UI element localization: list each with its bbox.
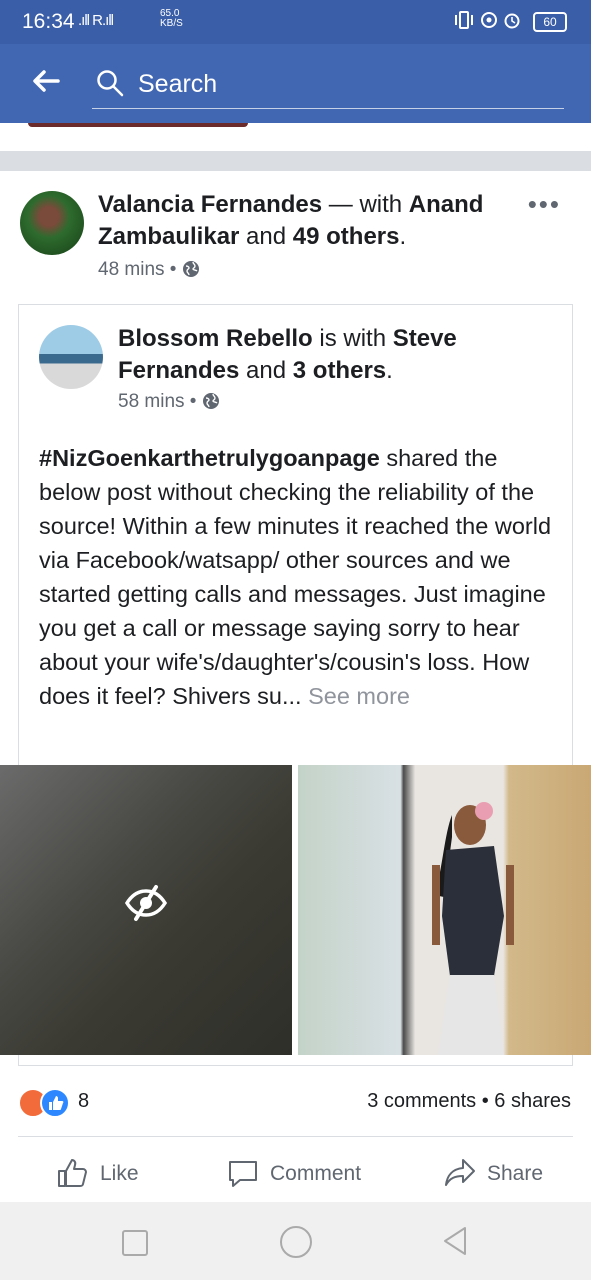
author-name[interactable]: Valancia Fernandes — [98, 191, 322, 218]
person-photo — [432, 802, 514, 1055]
thumbs-up-icon — [58, 1159, 87, 1187]
previous-post-fragment — [0, 123, 591, 151]
post-photo[interactable] — [298, 765, 591, 1055]
globe-icon — [182, 261, 199, 277]
back-arrow-icon[interactable] — [28, 64, 62, 98]
app-bar: Search — [0, 44, 591, 123]
share-label: Share — [487, 1162, 544, 1185]
network-speed-unit: KB/S — [160, 18, 183, 29]
search-placeholder: Search — [138, 70, 218, 98]
signal-icon: .ıll R.ıll — [78, 12, 114, 29]
battery-icon: 60 — [533, 12, 567, 32]
thumbs-up-mini-icon — [49, 1096, 64, 1110]
share-button[interactable]: Share — [443, 1148, 563, 1200]
alarm-icon — [504, 13, 520, 29]
recent-apps-button[interactable] — [122, 1230, 148, 1256]
see-more-link[interactable]: See more — [302, 683, 410, 709]
feed-divider — [0, 151, 591, 171]
share-icon — [445, 1159, 475, 1186]
home-button[interactable] — [280, 1226, 312, 1258]
post-body-text: shared the below post without checking t… — [39, 445, 552, 709]
reaction-count: 8 — [78, 1090, 90, 1112]
counts-dot: • — [476, 1090, 495, 1112]
shared-avatar[interactable] — [39, 325, 103, 389]
vibrate-icon — [454, 11, 473, 29]
eye-slash-icon — [124, 885, 168, 921]
engagement-counts: 3 comments • 6 shares — [367, 1090, 571, 1113]
data-saver-icon — [480, 12, 497, 28]
post-author-line: Valancia Fernandes — with Anand Zambauli… — [98, 189, 518, 253]
shared-post-time[interactable]: 58 mins — [118, 391, 185, 412]
shared-post-meta: 58 mins • — [118, 391, 220, 413]
shared-period-text: . — [386, 357, 393, 384]
hidden-photo[interactable] — [0, 765, 292, 1055]
post-meta: 48 mins • — [98, 259, 200, 281]
previous-post-image — [28, 123, 248, 127]
globe-icon — [202, 393, 219, 409]
comments-count[interactable]: 3 comments — [367, 1090, 476, 1112]
status-time: 16:34 — [22, 10, 75, 33]
with-text: — with — [322, 191, 409, 218]
like-reaction-icon — [40, 1088, 70, 1118]
shared-and-text: and — [239, 357, 293, 384]
like-button[interactable]: Like — [56, 1148, 166, 1200]
nav-back-icon[interactable] — [442, 1226, 468, 1256]
search-icon — [97, 70, 124, 97]
more-options-icon[interactable]: ••• — [528, 189, 561, 220]
meta-dot: • — [164, 259, 182, 280]
status-bar: 16:34 .ıll R.ıll 65.0 KB/S 60 — [0, 0, 591, 44]
network-speed: 65.0 KB/S — [160, 9, 183, 29]
comment-button[interactable]: Comment — [226, 1148, 386, 1200]
system-nav-bar — [0, 1202, 591, 1280]
comment-icon — [229, 1161, 257, 1187]
status-icons — [453, 11, 521, 34]
search-input[interactable]: Search — [92, 64, 564, 109]
tagged-others[interactable]: 49 others — [293, 223, 400, 250]
and-text: and — [239, 223, 293, 250]
is-with-text: is with — [312, 325, 393, 352]
comment-label: Comment — [270, 1162, 362, 1185]
action-bar: Like Comment Share — [0, 1148, 591, 1200]
post-time[interactable]: 48 mins — [98, 259, 165, 280]
shared-meta-dot: • — [184, 391, 202, 412]
actions-divider — [18, 1136, 573, 1137]
shared-author-name[interactable]: Blossom Rebello — [118, 325, 313, 352]
shares-count[interactable]: 6 shares — [494, 1090, 571, 1112]
hashtag-link[interactable]: #NizGoenkarthetrulygoanpage — [39, 445, 380, 471]
like-label: Like — [100, 1162, 139, 1185]
shared-author-line: Blossom Rebello is with Steve Fernandes … — [118, 323, 538, 387]
avatar[interactable] — [20, 191, 84, 255]
shared-tagged-others[interactable]: 3 others — [293, 357, 386, 384]
post-body: #NizGoenkarthetrulygoanpage shared the b… — [39, 441, 559, 713]
period-text: . — [399, 223, 407, 250]
